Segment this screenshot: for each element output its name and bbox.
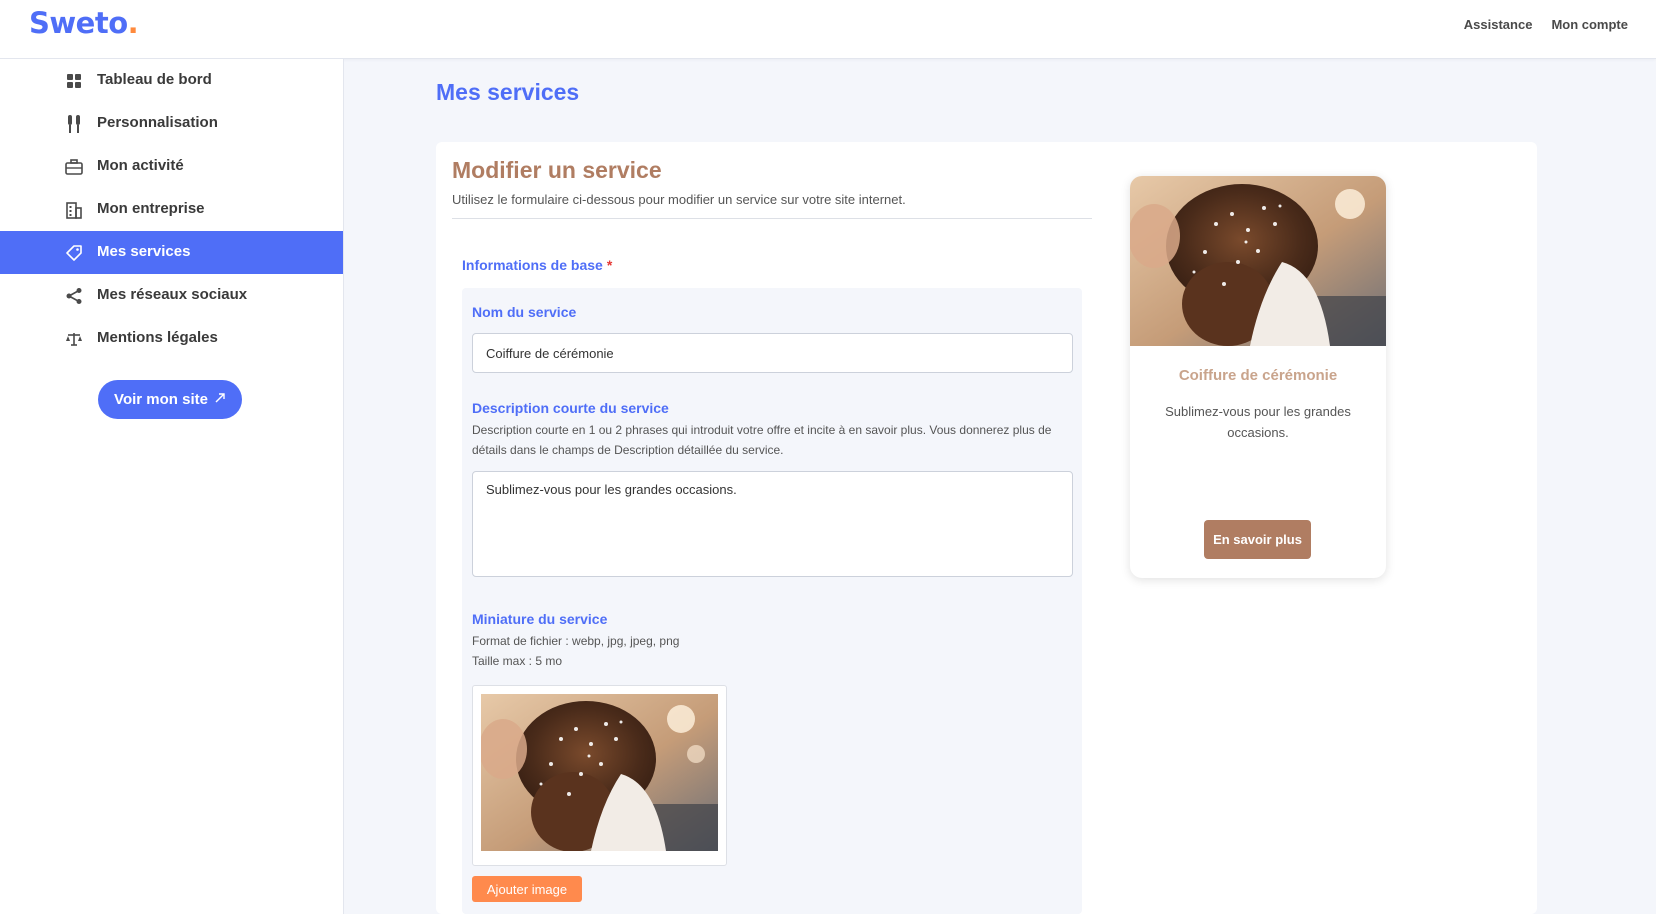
logo-dot: .	[127, 6, 139, 40]
edit-service-card: Modifier un service Utilisez le formulai…	[436, 142, 1537, 914]
sidebar-item-personalisation[interactable]: Personnalisation	[0, 102, 343, 145]
section-label: Informations de base *	[462, 257, 612, 273]
required-mark: *	[606, 257, 613, 273]
thumbnail-formats: Format de fichier : webp, jpg, jpeg, png	[472, 634, 680, 648]
scales-icon	[64, 329, 84, 349]
visit-site-label: Voir mon site	[114, 391, 208, 408]
card-subtitle: Utilisez le formulaire ci-dessous pour m…	[452, 192, 906, 207]
sidebar-item-company[interactable]: Mon entreprise	[0, 188, 343, 231]
dashboard-grid-icon	[64, 71, 84, 91]
divider	[452, 218, 1092, 219]
visit-site-button[interactable]: Voir mon site	[98, 380, 242, 419]
sidebar-item-label: Personnalisation	[97, 114, 218, 131]
service-name-input[interactable]	[472, 333, 1073, 373]
sweto-logo[interactable]: Sweto.	[29, 6, 139, 40]
thumbnail-image	[481, 694, 718, 851]
short-description-help: Description courte en 1 ou 2 phrases qui…	[472, 423, 1052, 457]
account-link[interactable]: Mon compte	[1551, 17, 1628, 32]
preview-description: Sublimez-vous pour les grandes occasions…	[1165, 404, 1351, 440]
short-description-textarea[interactable]: Sublimez-vous pour les grandes occasions…	[472, 471, 1073, 577]
short-description-label: Description courte du service	[472, 400, 669, 416]
sidebar-item-dashboard[interactable]: Tableau de bord	[0, 59, 343, 102]
page-title: Mes services	[436, 79, 580, 105]
brushes-icon	[64, 114, 84, 134]
service-preview-card: Coiffure de cérémonie Sublimez-vous pour…	[1130, 176, 1386, 578]
briefcase-icon	[64, 157, 84, 177]
sidebar: Tableau de bord Personnalisation Mon act…	[0, 59, 344, 914]
thumbnail-max-size: Taille max : 5 mo	[472, 654, 563, 668]
building-icon	[64, 200, 84, 220]
card-title: Modifier un service	[452, 157, 662, 183]
assistance-link[interactable]: Assistance	[1464, 17, 1533, 32]
sidebar-item-label: Mes services	[97, 243, 191, 260]
logo-text: Sweto	[29, 6, 128, 40]
share-icon	[64, 286, 84, 306]
top-links: Assistance Mon compte	[1464, 17, 1628, 32]
sidebar-item-label: Mon activité	[97, 157, 184, 174]
preview-title: Coiffure de cérémonie	[1178, 367, 1338, 384]
section-label-text: Informations de base	[462, 257, 603, 273]
add-image-button[interactable]: Ajouter image	[472, 876, 582, 902]
service-name-label: Nom du service	[472, 304, 577, 320]
learn-more-button[interactable]: En savoir plus	[1204, 520, 1311, 559]
thumbnail-frame	[472, 685, 727, 866]
sidebar-item-social[interactable]: Mes réseaux sociaux	[0, 274, 343, 317]
sidebar-item-activity[interactable]: Mon activité	[0, 145, 343, 188]
top-bar: Sweto. Assistance Mon compte	[0, 0, 1656, 59]
sidebar-item-label: Mentions légales	[97, 329, 218, 346]
tag-icon	[64, 243, 84, 263]
sidebar-item-services[interactable]: Mes services	[0, 231, 343, 274]
external-arrow-icon	[214, 391, 226, 408]
basic-info-form: Nom du service Description courte du ser…	[462, 288, 1082, 914]
sidebar-item-legal[interactable]: Mentions légales	[0, 317, 343, 360]
preview-image	[1130, 176, 1386, 346]
thumbnail-label: Miniature du service	[472, 611, 608, 627]
sidebar-item-label: Mes réseaux sociaux	[97, 286, 248, 303]
sidebar-item-label: Tableau de bord	[97, 71, 212, 88]
sidebar-item-label: Mon entreprise	[97, 200, 205, 217]
